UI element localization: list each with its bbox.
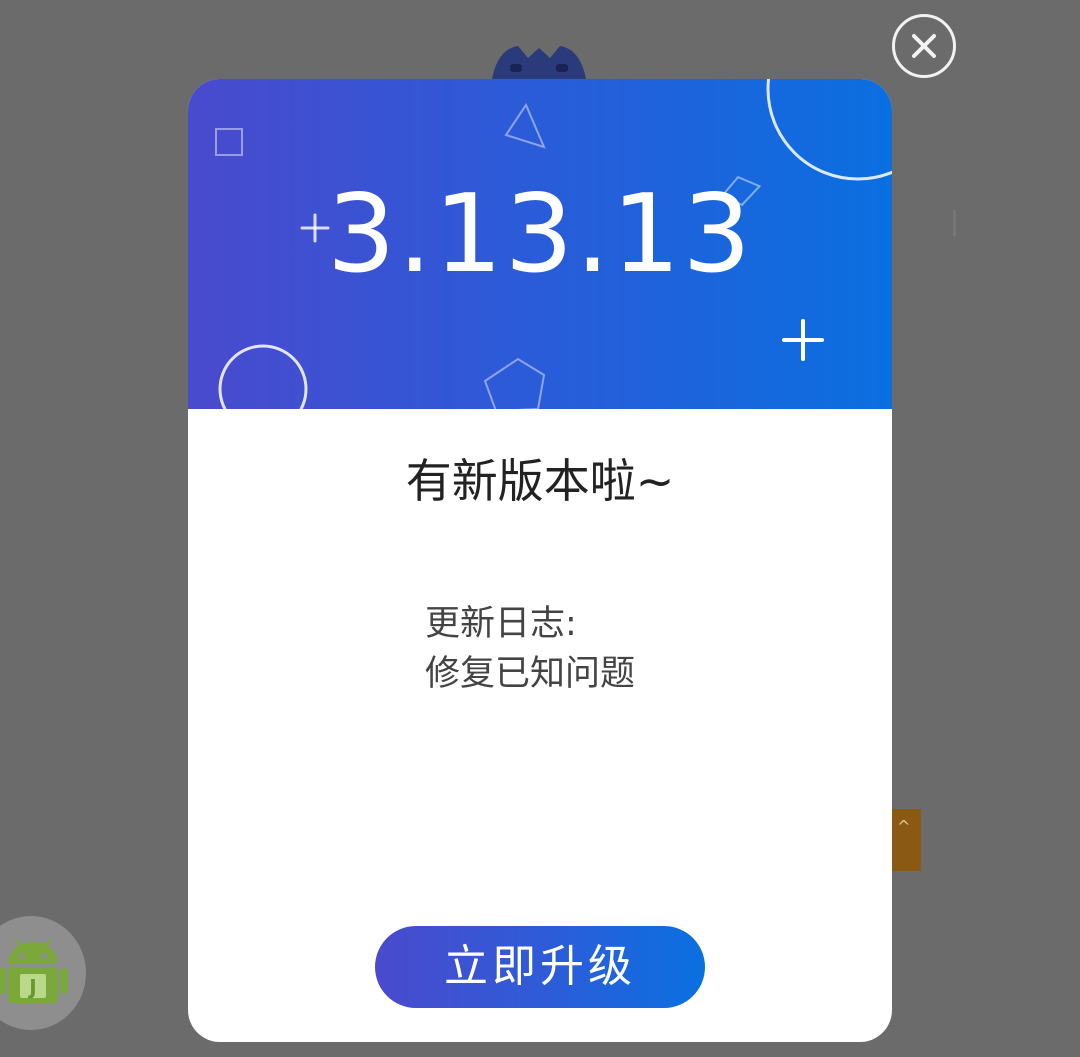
upgrade-now-button[interactable]: 立即升级 [375,926,705,1008]
background-divider [953,210,956,236]
changelog: 更新日志: 修复已知问题 [425,599,635,699]
update-dialog: 3.13.13 有新版本啦~ 更新日志: 修复已知问题 立即升级 [188,79,892,1042]
side-tab: ^ [889,809,921,871]
close-icon [912,34,936,58]
new-version-headline: 有新版本啦~ [405,454,675,508]
close-button[interactable] [892,14,956,78]
version-number: 3.13.13 [326,172,754,297]
dialog-header-banner: 3.13.13 [188,79,892,409]
android-icon: J [0,939,68,1003]
side-tab-glyph: ^ [897,817,911,836]
floating-android-badge[interactable]: J [0,916,86,1030]
changelog-item: 修复已知问题 [425,654,636,694]
svg-text:J: J [27,975,36,999]
changelog-title: 更新日志: [425,604,577,644]
